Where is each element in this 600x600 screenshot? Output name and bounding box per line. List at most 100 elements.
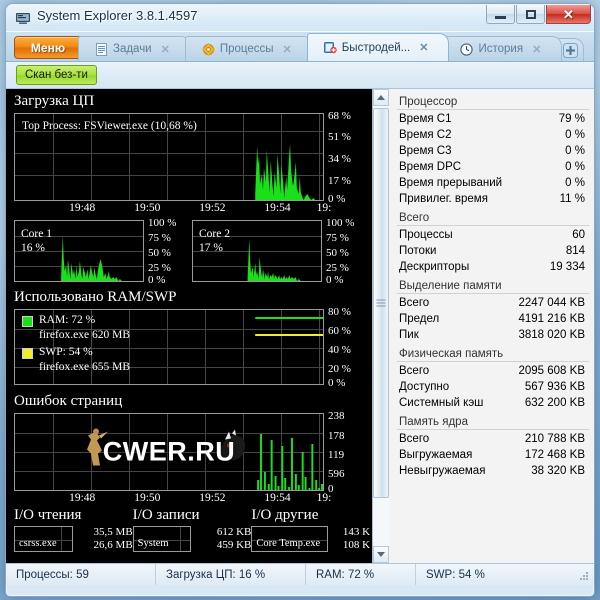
tab-close-icon[interactable]: ✕ <box>532 43 541 56</box>
app-icon <box>15 10 31 26</box>
y-tick: 50 % <box>326 247 349 259</box>
cpu-x-axis: 19:48 19:50 19:52 19:54 19: <box>14 201 331 217</box>
io-other-value-2: 108 K <box>342 539 371 551</box>
stat-row: Предел 4191 216 KB <box>397 311 589 327</box>
minimize-button[interactable] <box>486 5 515 24</box>
group-title: Выделение памяти <box>397 279 589 294</box>
main-content: Загрузка ЦП Top Process: FSViewer.exe (1… <box>6 89 594 563</box>
maximize-button[interactable] <box>516 5 545 24</box>
stat-value: 567 936 KB <box>524 381 585 393</box>
stat-group-processor: Процессор Время C1 79 % Время C2 0 % Вре… <box>397 95 589 207</box>
io-write-value-1: 612 KB <box>216 526 252 538</box>
stat-group-commit: Выделение памяти Всего 2247 044 KB Преде… <box>397 279 589 343</box>
y-tick: 34 % <box>328 153 351 165</box>
core2-name: Core 2 <box>199 228 230 240</box>
ram-y-axis: 80 % 60 % 40 % 20 % 0 % <box>328 306 370 389</box>
stat-group-totals: Всего Процессы 60 Потоки 814 Дескрипторы… <box>397 211 589 275</box>
y-tick: 100 % <box>326 217 355 229</box>
x-tick: 19:52 <box>199 202 226 214</box>
x-tick: 19:50 <box>134 202 161 214</box>
ram-graph-row: RAM: 72 % firefox.exe 620 MB SWP: 54 % f… <box>6 306 372 389</box>
io-other-process: Core Temp.exe <box>256 538 321 549</box>
io-other-values: 143 K 108 K <box>328 526 370 552</box>
ram-legend-swatch <box>22 316 33 327</box>
cores-graph-row: Core 1 16 % 100 % 75 % 50 % 25 % 0 % Cor… <box>6 217 372 286</box>
graphs-panel: Загрузка ЦП Top Process: FSViewer.exe (1… <box>6 89 372 563</box>
status-cpu-load: Загрузка ЦП: 16 % <box>156 564 306 585</box>
stat-value: 0 % <box>565 177 585 189</box>
tab-label: Быстродей... <box>341 41 411 54</box>
tab-history[interactable]: История ✕ <box>443 36 563 61</box>
graphs-scrollbar[interactable] <box>372 89 389 563</box>
io-read-table[interactable]: csrss.exe <box>14 526 73 552</box>
stat-value: 632 200 KB <box>524 397 585 409</box>
y-tick: 40 % <box>328 344 351 356</box>
menu-button[interactable]: Меню <box>14 36 82 59</box>
stat-row: Пик 3818 020 KB <box>397 327 589 343</box>
stat-group-physical-memory: Физическая память Всего 2095 608 KB Дост… <box>397 347 589 411</box>
title-bar[interactable]: System Explorer 3.8.1.4597 ✕ <box>6 4 594 32</box>
resize-grip-icon[interactable] <box>578 570 590 582</box>
stat-label: Доступно <box>399 381 450 393</box>
group-title: Физическая память <box>397 347 589 362</box>
tab-performance[interactable]: Быстродей... ✕ <box>306 33 450 61</box>
tab-close-icon[interactable]: ✕ <box>419 41 428 54</box>
y-tick: 0 % <box>148 274 166 286</box>
x-tick: 19: <box>316 492 332 504</box>
stat-label: Дескрипторы <box>399 261 470 273</box>
status-swp: SWP: 54 % <box>426 568 485 581</box>
core2-graph[interactable]: Core 2 17 % <box>192 220 322 282</box>
io-tables: csrss.exe 35,5 MB 26,6 MB System 612 KB <box>6 526 372 552</box>
y-tick: 68 % <box>328 110 351 122</box>
swp-legend-label: SWP: 54 % <box>39 346 93 358</box>
page-faults-graph[interactable]: CWER.RU <box>14 413 324 491</box>
stat-label: Выгружаемая <box>399 449 473 461</box>
stat-value: 172 468 KB <box>524 449 585 461</box>
scroll-up-button[interactable] <box>373 89 389 106</box>
y-tick: 20 % <box>328 363 351 375</box>
stat-row: Всего 2247 044 KB <box>397 295 589 311</box>
menu-button-label: Меню <box>30 40 66 55</box>
io-other-table[interactable]: Core Temp.exe <box>251 526 329 552</box>
stat-row: Невыгружаемая 38 320 KB <box>397 463 589 479</box>
faults-x-axis: 19:48 19:50 19:52 19:54 19: <box>14 491 331 507</box>
tab-close-icon[interactable]: ✕ <box>161 43 170 56</box>
tab-label: Процессы <box>219 43 274 55</box>
scroll-down-button[interactable] <box>373 546 389 563</box>
tab-tasks[interactable]: Задачи ✕ <box>78 36 191 61</box>
swp-legend-swatch <box>22 348 33 359</box>
security-scan-label: Скан без-ти <box>25 69 88 81</box>
y-tick: 119 <box>328 449 345 461</box>
y-tick: 238 <box>328 410 345 422</box>
tab-close-icon[interactable]: ✕ <box>283 43 292 56</box>
core1-y-axis: 100 % 75 % 50 % 25 % 0 % <box>148 217 192 286</box>
x-tick: 19:48 <box>69 202 96 214</box>
io-other-value-1: 143 K <box>342 526 371 538</box>
faults-graph-row: CWER.RU 238 178 119 596 0 <box>6 410 372 495</box>
stat-value: 0 % <box>565 129 585 141</box>
ram-graph[interactable]: RAM: 72 % firefox.exe 620 MB SWP: 54 % f… <box>14 309 324 385</box>
x-tick: 19:54 <box>264 492 291 504</box>
x-tick: 19:50 <box>134 492 161 504</box>
stat-label: Системный кэш <box>399 397 484 409</box>
x-tick: 19: <box>316 202 332 214</box>
watermark-figure-left <box>81 428 111 477</box>
stat-label: Невыгружаемая <box>399 465 486 477</box>
y-tick: 60 % <box>328 325 351 337</box>
security-scan-button[interactable]: Скан без-ти <box>16 65 97 85</box>
scrollbar-track[interactable] <box>373 106 389 546</box>
io-read-process: csrss.exe <box>19 538 57 549</box>
io-write-table[interactable]: System <box>132 526 192 552</box>
close-button[interactable]: ✕ <box>546 5 591 24</box>
core1-graph[interactable]: Core 1 16 % <box>14 220 144 282</box>
stat-value: 38 320 KB <box>531 465 585 477</box>
scrollbar-thumb[interactable] <box>373 108 389 498</box>
cpu-graph[interactable]: Top Process: FSViewer.exe (10,68 %) <box>14 113 324 201</box>
y-tick: 178 <box>328 430 345 442</box>
stat-label: Всего <box>399 433 430 445</box>
io-write-title: I/O записи <box>132 507 200 523</box>
group-title: Память ядра <box>397 415 589 430</box>
tab-processes[interactable]: Процессы ✕ <box>184 36 313 61</box>
stat-value: 19 334 <box>549 261 585 273</box>
arrow-down-icon <box>377 552 385 557</box>
